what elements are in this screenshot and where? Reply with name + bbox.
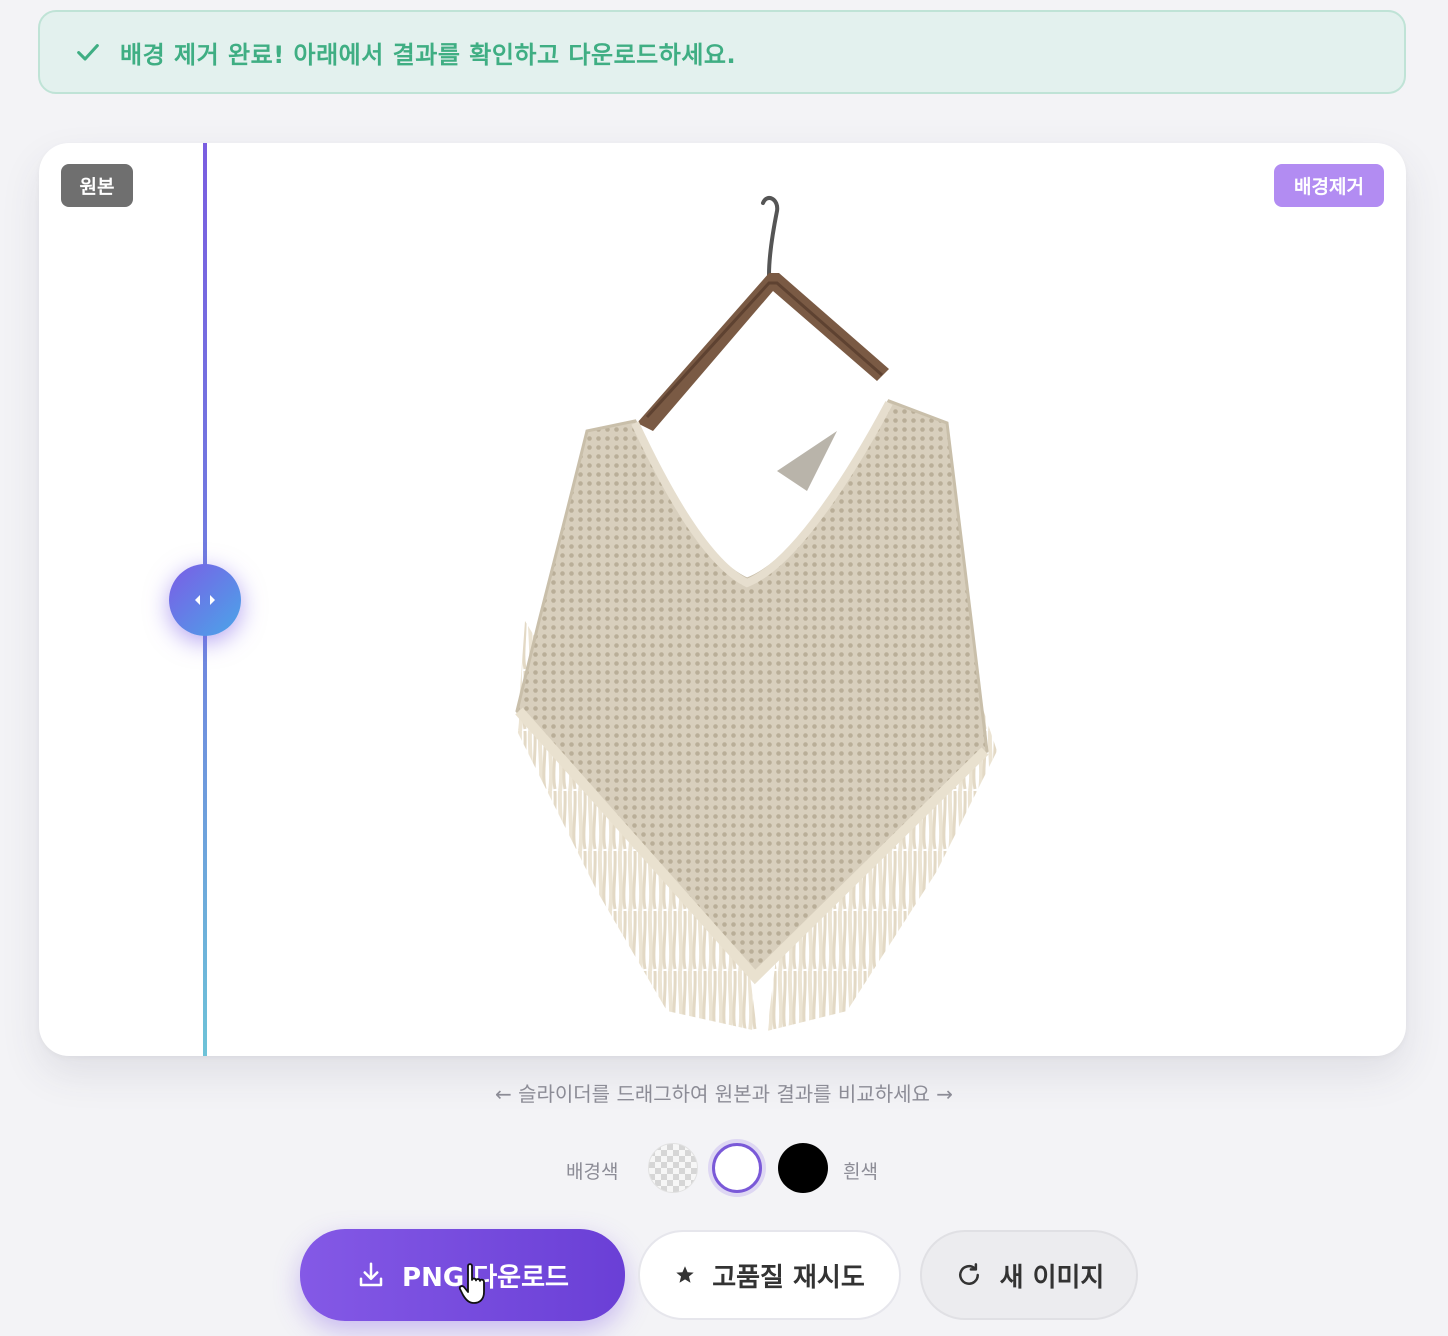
- retry-high-quality-label: 고품질 재시도: [712, 1262, 865, 1293]
- selected-background-label: 흰색: [843, 1161, 878, 1183]
- background-label: 배경색: [566, 1161, 619, 1183]
- new-image-label: 새 이미지: [999, 1262, 1105, 1293]
- new-image-button[interactable]: 새 이미지: [920, 1230, 1138, 1320]
- check-icon: [77, 44, 99, 61]
- success-message: 배경 제거 완료! 아래에서 결과를 확인하고 다운로드하세요.: [120, 40, 737, 69]
- retry-high-quality-button[interactable]: 고품질 재시도: [638, 1230, 901, 1320]
- download-icon: [356, 1260, 386, 1290]
- star-icon: [674, 1264, 696, 1286]
- product-image: [515, 195, 997, 1031]
- original-label: 원본: [61, 164, 133, 207]
- swatch-transparent[interactable]: [648, 1143, 698, 1193]
- page: 배경 제거 완료! 아래에서 결과를 확인하고 다운로드하세요. 원본 배경제거: [0, 0, 1448, 1336]
- swatch-black[interactable]: [778, 1143, 828, 1193]
- refresh-icon: [954, 1260, 984, 1290]
- compare-slider-handle[interactable]: [169, 564, 241, 636]
- compare-card: 원본 배경제거: [39, 143, 1406, 1056]
- swatch-white[interactable]: [712, 1143, 762, 1193]
- hand-pointer-icon: [458, 1263, 485, 1304]
- removed-label: 배경제거: [1274, 164, 1384, 207]
- success-banner: 배경 제거 완료! 아래에서 결과를 확인하고 다운로드하세요.: [38, 10, 1406, 94]
- background-picker: 배경색 흰색: [0, 1143, 1448, 1195]
- drag-arrows-icon: [195, 595, 215, 605]
- compare-hint: ← 슬라이더를 드래그하여 원본과 결과를 비교하세요 →: [494, 1082, 954, 1106]
